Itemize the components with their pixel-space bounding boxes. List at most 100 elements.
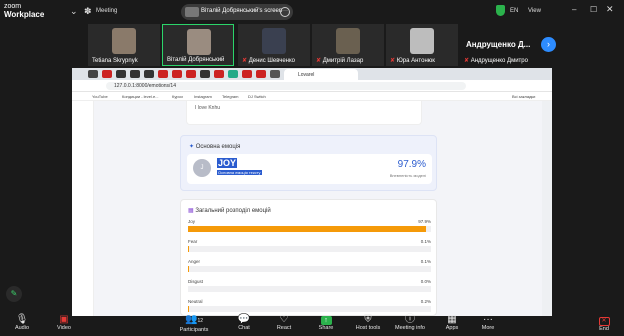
audio-label: Audio [14,325,30,331]
browser-tab[interactable] [256,70,266,78]
participant-name: ✘ Юра Антонюк [390,57,435,64]
scrollbar[interactable] [542,101,552,316]
more-button[interactable]: ··· More [468,314,508,336]
participant-name-text: Андрущенко Дмитро [470,58,528,64]
browser-tab[interactable] [88,70,98,78]
close-icon[interactable]: ✕ [606,4,614,15]
participant-tile-active[interactable]: Віталій Добрянський [162,24,234,66]
avatar [112,28,136,54]
share-label: Share [318,325,334,331]
microphone-icon: 🎙 [15,314,29,325]
browser-tab[interactable] [158,70,168,78]
participant-tile[interactable]: ✘ Денис Шевченко [238,24,310,66]
browser-tab[interactable] [270,70,280,78]
heart-icon: ♡ [279,314,289,325]
annotate-icon[interactable]: ✎ [6,286,22,302]
shield-icon[interactable] [496,5,505,16]
browser-tab[interactable] [186,70,196,78]
browser-tab[interactable] [200,70,210,78]
emotion-value: 0.2% [420,299,431,304]
browser-tab-bar: Lovarel [72,68,552,80]
meeting-info-button[interactable]: ⓘ Meeting info [390,314,430,336]
card-title: ▦ Загальний розподіл емоцій [188,207,271,214]
emotion-bar-track [188,266,431,272]
host-tools-button[interactable]: ⛨ Host tools [348,314,388,336]
chevron-right-icon[interactable]: › [541,37,556,52]
participants-label: Participants [179,327,209,333]
browser-tab[interactable] [242,70,252,78]
input-text: I love Knhu [195,105,221,111]
participants-button[interactable]: 👥12 Participants [174,314,214,336]
emotion-value: 0.1% [420,239,431,244]
address-bar: 127.0.0.1:8000/emotions/14 [72,80,552,92]
participants-count: 12 [197,318,203,324]
share-button[interactable]: ↑ Share [306,314,346,336]
end-label: End [599,326,609,332]
main-emotion-card: ✦ Основна емоція J JOY Основна емоція те… [180,135,437,191]
all-bookmarks[interactable]: Всі закладки [512,94,535,99]
emotion-bar-track [188,226,431,232]
bookmark-item[interactable]: YouTube [92,94,108,99]
chat-button[interactable]: 💬 Chat [224,314,264,336]
shared-screen: Lovarel 127.0.0.1:8000/emotions/14 YouTu… [72,68,552,316]
avatar [262,28,286,54]
share-screen-icon: ↑ [320,316,332,325]
chat-icon: 💬 [237,314,251,325]
apps-button[interactable]: ▦ Apps [432,314,472,336]
browser-tab[interactable] [172,70,182,78]
bookmark-item[interactable]: DJ Switch [248,94,266,99]
more-icon: ··· [483,314,493,325]
video-off-icon: ▣ [59,314,69,325]
active-browser-tab[interactable]: Lovarel [284,69,358,80]
react-button[interactable]: ♡ React [264,314,304,336]
view-button[interactable]: View [528,8,541,14]
card-title: ✦ Основна емоція [189,143,240,150]
emotion-label: Anger [188,259,201,264]
bookmark-item[interactable]: Telegram [222,94,238,99]
more-icon[interactable]: ··· [280,7,290,17]
emotion-bar-track [188,246,431,252]
chevron-down-icon[interactable]: ⌄ [70,6,78,17]
browser-tab[interactable] [144,70,154,78]
bookmark-item[interactable]: Кондиции - level.e... [122,94,159,99]
bookmark-item[interactable]: Instagram [194,94,212,99]
host-tools-label: Host tools [355,325,381,331]
video-button[interactable]: ▣ Video [44,314,84,336]
screen-thumbnail [185,7,199,17]
language-label[interactable]: EN [510,8,518,14]
web-page: I love Knhu ✦ Основна емоція J JOY Основ… [72,101,552,316]
participant-tile[interactable]: Tetiana Skrypnyk [88,24,160,66]
minimize-icon[interactable]: – [572,5,576,14]
end-call-icon: ✕ [598,317,610,326]
browser-tab[interactable] [102,70,112,78]
emotion-label: Disgust [188,279,204,284]
participant-tile[interactable]: ✘ Юра Антонюк [386,24,458,66]
screen-share-indicator[interactable]: Віталій Добрянський's screen ··· [181,4,293,20]
meeting-label[interactable]: Meeting [96,8,117,14]
browser-tab[interactable] [214,70,224,78]
distribution-card: ▦ Загальний розподіл емоцій Joy 97.9% Fear… [180,199,437,316]
emotion-result: J JOY Основна емоція тексту 97.9% Впевне… [187,154,432,184]
mic-muted-icon: ✘ [464,58,471,64]
emotion-value: 0.0% [420,279,431,284]
participant-name-text: Денис Шевченко [248,58,295,64]
emotion-avatar: J [193,159,211,177]
participant-tile[interactable]: ✘ Дмитрій Лазар [312,24,384,66]
audio-button[interactable]: 🎙 Audio [2,314,42,336]
url-field[interactable]: 127.0.0.1:8000/emotions/14 [106,82,466,90]
emotion-name: JOY [217,158,238,168]
end-button[interactable]: ✕ End [584,314,624,336]
browser-tab[interactable] [130,70,140,78]
apps-icon: ▦ [447,314,457,325]
participant-name: ✘ Денис Шевченко [242,57,295,64]
mic-muted-icon: ✘ [390,58,397,64]
bookmark-item[interactable]: Курси [172,94,183,99]
maximize-icon[interactable]: ☐ [590,5,597,14]
participant-name: Віталій Добрянський [167,57,225,63]
browser-tab[interactable] [228,70,238,78]
emotion-bar-track [188,306,431,312]
zoom-logo: zoom Workplace [4,3,44,19]
browser-tab[interactable] [116,70,126,78]
paw-icon[interactable]: ✽ [84,6,92,17]
react-label: React [276,325,292,331]
